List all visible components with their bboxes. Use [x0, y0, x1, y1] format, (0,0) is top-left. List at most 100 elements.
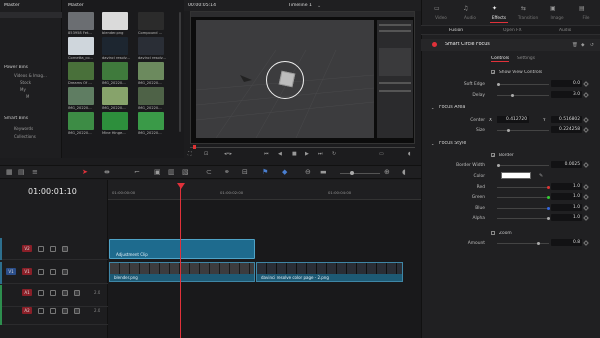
skip-to-start-icon[interactable]: ⏮ — [264, 151, 269, 158]
viewer-timecode[interactable]: 00:00:05:14 — [188, 3, 216, 8]
lock-icon[interactable] — [38, 269, 44, 275]
focus-style-section[interactable]: ⌄ Focus Style — [427, 140, 600, 150]
audio-toggle-icon[interactable]: ◖ — [402, 169, 406, 176]
bin-highlight[interactable] — [0, 12, 62, 18]
focus-area-section[interactable]: ⌄ Focus Area — [427, 104, 600, 114]
green-slider[interactable] — [497, 196, 550, 199]
clip-thumbnail[interactable] — [68, 62, 94, 80]
subtab-audio[interactable]: Audio — [559, 28, 571, 33]
zoom-out-icon[interactable]: ⊖ — [305, 169, 311, 176]
size-value[interactable]: 0.224258 — [551, 126, 582, 133]
overwrite-icon[interactable]: ▣ — [154, 169, 161, 176]
position-lock-icon[interactable]: ⊟ — [242, 169, 248, 176]
link-icon[interactable]: ⚭ — [224, 169, 230, 176]
reset-icon[interactable]: ↺ — [590, 42, 594, 49]
mute-icon[interactable] — [62, 308, 68, 314]
track-a1-label[interactable]: A1 — [22, 289, 32, 296]
color-swatch[interactable] — [501, 172, 531, 179]
fullscreen-icon[interactable]: ⛶ — [188, 151, 192, 158]
tab-video[interactable]: Video — [428, 15, 454, 20]
keyframe-icon[interactable] — [583, 194, 589, 200]
soft-edge-slider[interactable] — [497, 83, 549, 86]
scrollbar[interactable] — [179, 12, 181, 132]
clip-blender[interactable]: blender.png — [109, 262, 255, 282]
zoom-mode-icon[interactable]: ▬ — [320, 169, 327, 176]
video-tab-icon[interactable]: ▭ — [434, 5, 440, 12]
keyframe-icon[interactable] — [583, 205, 589, 211]
lock-icon[interactable] — [38, 308, 44, 314]
power-bin-item[interactable]: My — [20, 87, 26, 92]
keyframe-icon[interactable] — [583, 184, 589, 190]
tab-image[interactable]: Image — [544, 15, 570, 20]
keyframe-icon[interactable] — [583, 117, 589, 123]
tab-settings[interactable]: Settings — [517, 56, 535, 61]
clip-thumbnail[interactable] — [102, 62, 128, 80]
zoom-slider-knob[interactable] — [350, 171, 354, 175]
clip-thumbnail[interactable] — [102, 87, 128, 105]
tab-effects[interactable]: Effects — [486, 15, 512, 20]
snapping-icon[interactable]: ⊂ — [206, 169, 212, 176]
red-value[interactable]: 1.0 — [551, 183, 582, 190]
timeline-playhead[interactable] — [180, 183, 181, 338]
transition-tab-icon[interactable]: ⇆ — [521, 5, 526, 12]
power-bin-item[interactable]: Stock — [20, 80, 31, 85]
clip-thumbnail[interactable] — [102, 112, 128, 130]
keyframe-icon[interactable] — [583, 215, 589, 221]
list-view-icon[interactable]: ≡ — [32, 169, 38, 176]
clip-thumbnail[interactable] — [68, 87, 94, 105]
delay-slider[interactable] — [497, 94, 549, 97]
crop-icon[interactable]: ⊡ — [204, 151, 208, 158]
alpha-slider[interactable] — [497, 217, 550, 220]
auto-select-icon[interactable] — [50, 290, 56, 296]
skip-to-end-icon[interactable]: ⏭ — [318, 151, 323, 158]
keyframe-icon[interactable]: ◆ — [581, 42, 585, 49]
soft-edge-value[interactable]: 0.0 — [551, 80, 582, 87]
border-width-value[interactable]: 0.0025 — [551, 161, 582, 168]
timeline-ruler[interactable]: 01:00:00:00 01:00:02:00 01:00:04:00 — [108, 180, 421, 200]
audio-tab-icon[interactable]: ♫ — [463, 5, 468, 12]
timeline-timecode[interactable]: 01:00:01:10 — [28, 187, 77, 196]
clip-thumbnail[interactable] — [102, 37, 128, 55]
speaker-icon[interactable]: ◖ — [408, 151, 411, 158]
flag-icon[interactable]: ⚑ — [262, 169, 268, 176]
timeline-name[interactable]: Timeline 1 — [288, 3, 312, 8]
mute-icon[interactable] — [62, 290, 68, 296]
keyframe-icon[interactable] — [583, 240, 589, 246]
subtab-openfx[interactable]: Open FX — [503, 28, 522, 33]
visibility-icon[interactable] — [62, 269, 68, 275]
zoom-checkbox[interactable] — [491, 231, 495, 235]
eyedropper-icon[interactable]: ✎ — [539, 173, 543, 180]
size-slider[interactable] — [497, 129, 549, 132]
keyframe-icon[interactable] — [583, 127, 589, 133]
keyframe-icon[interactable] — [583, 162, 589, 168]
trash-icon[interactable]: 🗑 — [572, 42, 578, 49]
clip-thumbnail[interactable] — [68, 12, 94, 30]
power-bin-item[interactable]: Videos & Imag... — [14, 73, 47, 78]
smart-bin-collections[interactable]: Collections — [14, 134, 36, 139]
clip-color-page[interactable]: davinci resolve color page - 2.png — [256, 262, 403, 282]
file-tab-icon[interactable]: ▤ — [579, 5, 585, 12]
track-v2-label[interactable]: V2 — [22, 245, 32, 252]
clip-thumbnail[interactable] — [68, 112, 94, 130]
auto-select-icon[interactable] — [50, 308, 56, 314]
border-width-slider[interactable] — [497, 164, 549, 167]
smart-bin-keywords[interactable]: Keywords — [14, 126, 33, 131]
master-bin-header[interactable]: Master — [4, 3, 20, 8]
keyframe-icon[interactable] — [583, 81, 589, 87]
reverse-play-icon[interactable]: ◀ — [278, 151, 282, 158]
lock-icon[interactable] — [38, 246, 44, 252]
lock-icon[interactable] — [38, 290, 44, 296]
border-checkbox[interactable]: ✓ — [491, 153, 495, 158]
blue-slider[interactable] — [497, 207, 550, 210]
replace-icon[interactable]: ▧ — [182, 169, 189, 176]
clip-thumbnail[interactable] — [138, 87, 164, 105]
play-icon[interactable]: ▶ — [305, 151, 309, 158]
playhead-handle[interactable] — [177, 183, 185, 189]
solo-icon[interactable] — [74, 290, 80, 296]
clip-thumbnail[interactable] — [138, 62, 164, 80]
tab-controls[interactable]: Controls — [491, 56, 510, 62]
power-bin-item[interactable]: M — [26, 94, 29, 99]
viewer-scrubber[interactable] — [190, 145, 415, 149]
zoom-slider[interactable] — [340, 171, 380, 175]
alpha-value[interactable]: 1.0 — [551, 214, 582, 221]
